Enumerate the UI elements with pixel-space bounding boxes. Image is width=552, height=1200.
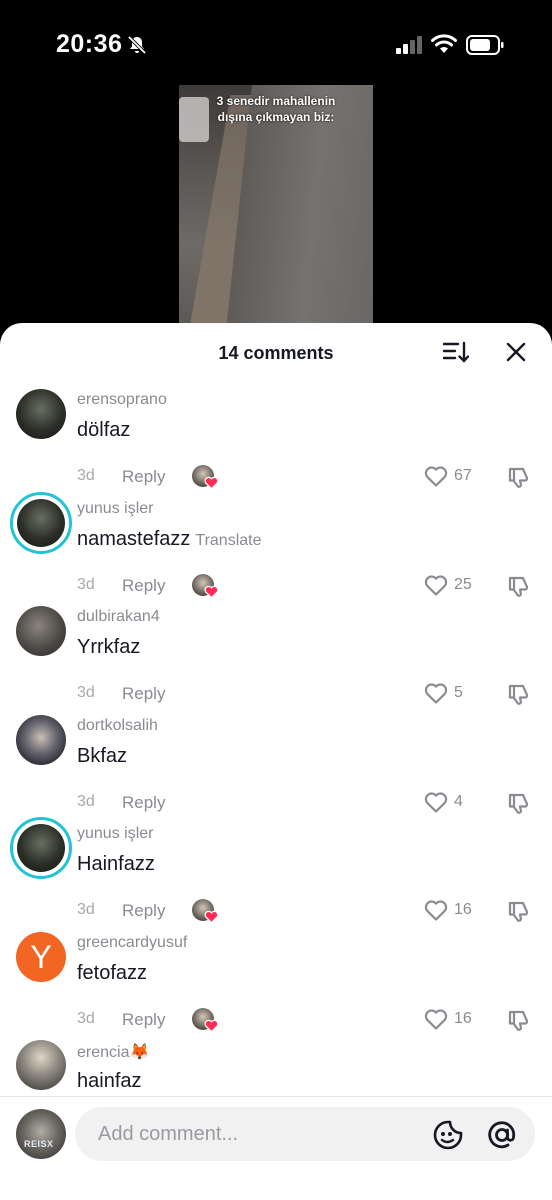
comment-item[interactable]: dulbirakan4 Yrrkfaz 3d Reply 5: [0, 598, 552, 707]
comment-item[interactable]: Y greencardyusuf fetofazz 3d Reply 16: [0, 924, 552, 1033]
commenter-avatar[interactable]: [16, 1040, 66, 1090]
like-count: 5: [454, 684, 463, 701]
like-count: 16: [454, 1009, 472, 1027]
reply-button[interactable]: Reply: [122, 576, 165, 596]
like-heart-icon[interactable]: [424, 791, 448, 813]
commenter-username[interactable]: greencardyusuf: [77, 934, 187, 952]
comment-text: Bkfaz: [77, 744, 128, 767]
like-heart-icon[interactable]: [424, 1008, 448, 1030]
dislike-icon[interactable]: [507, 465, 531, 489]
comment-age: 3d: [77, 1009, 95, 1027]
pink-heart-icon: [204, 585, 219, 599]
pink-heart-icon: [204, 1019, 219, 1033]
comment-age: 3d: [77, 684, 95, 701]
commenter-username[interactable]: erencia🦊: [77, 1042, 149, 1062]
commenter-avatar[interactable]: [16, 389, 66, 439]
commenter-username[interactable]: yunus işler: [77, 825, 153, 843]
pink-heart-icon: [204, 910, 219, 924]
comment-text: namastefazz Translate: [77, 527, 262, 550]
commenter-username[interactable]: yunus işler: [77, 500, 153, 518]
sort-icon[interactable]: [443, 340, 469, 364]
reply-button[interactable]: Reply: [122, 901, 165, 921]
comment-composer: REISX Add comment...: [0, 1096, 552, 1200]
like-count: 16: [454, 901, 472, 918]
dislike-icon[interactable]: [507, 899, 531, 923]
commenter-username[interactable]: dortkolsalih: [77, 717, 158, 735]
comment-age: 3d: [77, 575, 95, 593]
comment-text: Hainfazz: [77, 853, 155, 875]
like-heart-icon[interactable]: [424, 465, 448, 487]
liked-by-creator-badge: [192, 465, 219, 491]
cellular-signal-icon: [396, 36, 422, 54]
comment-list[interactable]: erensoprano dölfaz 3d Reply 67 yunus işl…: [0, 381, 552, 1091]
status-bar: 20:36: [0, 0, 552, 86]
comment-item[interactable]: yunus işler namastefazz Translate 3d Repl…: [0, 490, 552, 599]
like-heart-icon[interactable]: [424, 574, 448, 596]
my-avatar-tag: REISX: [24, 1139, 54, 1149]
comment-item[interactable]: dortkolsalih Bkfaz 3d Reply 4: [0, 707, 552, 816]
like-heart-icon[interactable]: [424, 899, 448, 921]
liked-by-creator-badge: [192, 573, 219, 600]
reply-button[interactable]: Reply: [122, 467, 165, 487]
translate-link[interactable]: Translate: [195, 532, 261, 549]
like-count: 25: [454, 575, 472, 593]
comment-item[interactable]: yunus işler Hainfazz 3d Reply 16: [0, 815, 552, 924]
silent-bell-icon: [127, 35, 147, 55]
comment-count: 14 comments: [218, 343, 334, 363]
reply-button[interactable]: Reply: [122, 1010, 165, 1030]
like-count: 67: [454, 467, 472, 484]
commenter-avatar[interactable]: [16, 714, 66, 765]
like-count: 4: [454, 792, 463, 810]
dislike-icon[interactable]: [507, 791, 531, 815]
comments-sheet: 14 comments erensoprano dölfaz 3d Reply …: [0, 323, 552, 1200]
commenter-avatar[interactable]: [16, 606, 66, 656]
reply-button[interactable]: Reply: [122, 684, 165, 704]
comment-text: hainfaz: [77, 1070, 142, 1091]
comment-input-placeholder: Add comment...: [98, 1123, 239, 1145]
dislike-icon[interactable]: [507, 574, 531, 598]
comment-text: Yrrkfaz: [77, 636, 141, 658]
comment-age: 3d: [77, 792, 95, 810]
pink-heart-icon: [204, 476, 219, 490]
dislike-icon[interactable]: [507, 1008, 531, 1032]
commenter-avatar[interactable]: Y: [16, 931, 66, 982]
battery-icon: [466, 35, 504, 55]
liked-by-creator-badge: [192, 899, 219, 925]
mention-icon[interactable]: [486, 1119, 518, 1151]
commenter-username[interactable]: erensoprano: [77, 391, 167, 409]
comment-item[interactable]: erensoprano dölfaz 3d Reply 67: [0, 381, 552, 490]
comment-item[interactable]: erencia🦊 hainfaz: [0, 1032, 552, 1091]
commenter-avatar[interactable]: [10, 817, 72, 879]
comment-text: dölfaz: [77, 419, 131, 441]
status-time: 20:36: [56, 30, 123, 58]
comment-age: 3d: [77, 467, 95, 484]
close-icon[interactable]: [504, 340, 528, 364]
video-thumbnail[interactable]: 3 senedir mahallenin dışına çıkmayan biz…: [179, 85, 373, 330]
comment-text: fetofazz: [77, 961, 148, 984]
comment-age: 3d: [77, 901, 95, 918]
commenter-avatar[interactable]: [10, 491, 72, 554]
reply-button[interactable]: Reply: [122, 793, 165, 813]
my-avatar: REISX: [16, 1109, 66, 1159]
sticker-emoji-icon[interactable]: [432, 1119, 464, 1151]
liked-by-creator-badge: [192, 1007, 219, 1034]
video-caption-overlay: 3 senedir mahallenin dışına çıkmayan biz…: [216, 94, 336, 124]
dislike-icon[interactable]: [507, 682, 531, 706]
sheet-header: 14 comments: [0, 323, 552, 381]
like-heart-icon[interactable]: [424, 682, 448, 704]
wifi-icon: [431, 34, 457, 53]
commenter-username[interactable]: dulbirakan4: [77, 608, 160, 626]
